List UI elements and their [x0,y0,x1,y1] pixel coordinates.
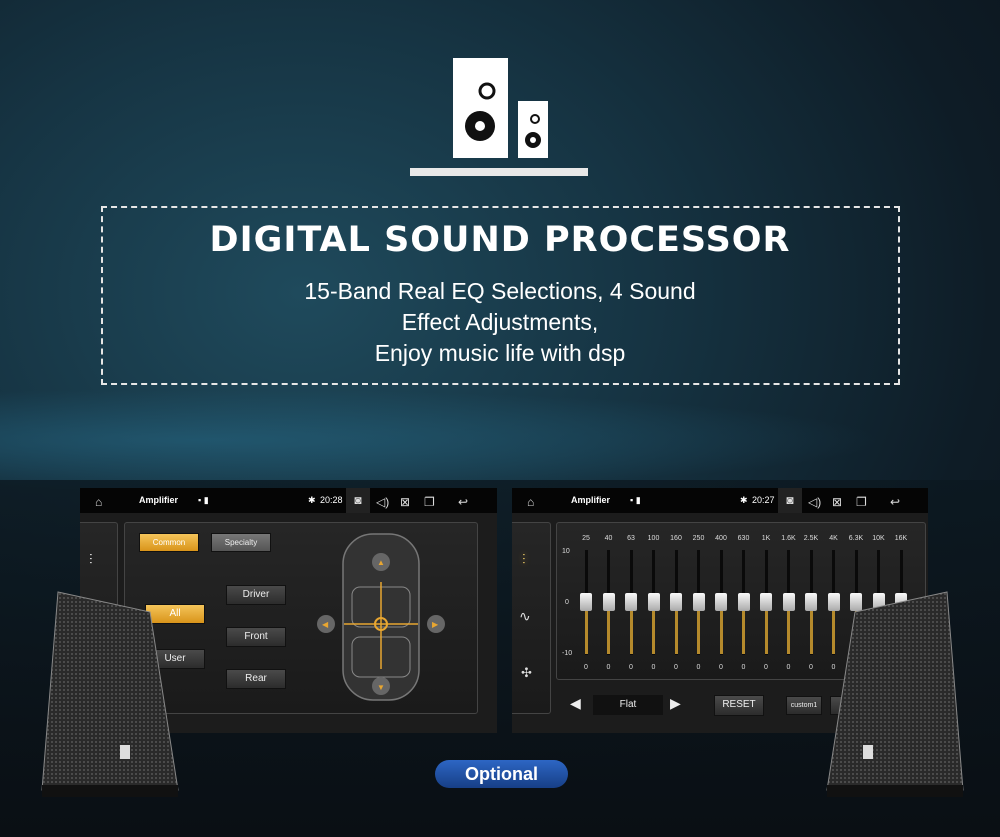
camera-icon[interactable]: ◙ [346,488,370,513]
band-slider-fill [607,608,610,654]
bluetooth-icon: ✱ [740,495,748,505]
recent-apps-icon[interactable]: ❐ [424,495,435,509]
zone-driver-button[interactable]: Driver [226,585,286,605]
reset-button[interactable]: RESET [714,695,764,716]
subtitle: 15-Band Real EQ Selections, 4 Sound Effe… [0,276,1000,369]
band-value: 0 [606,664,611,671]
band-frequency: 250 [692,535,705,542]
notification-icons: ▪ ▮ [198,495,209,505]
close-app-icon[interactable]: ⊠ [832,495,842,509]
band-value: 0 [651,664,656,671]
right-speaker-image [826,591,964,797]
band-value: 0 [719,664,723,671]
left-speaker-image [41,591,179,797]
band-value: 0 [786,664,791,671]
band-slider-fill [697,608,700,654]
bluetooth-icon: ✱ [308,495,316,505]
band-frequency: 2.5K [803,535,819,542]
svg-text:▶: ▶ [432,620,439,629]
band-slider-thumb[interactable] [715,593,727,611]
equalizer-icon[interactable]: ⫶ [522,551,526,568]
svg-text:◀: ◀ [322,620,329,629]
zone-front-button[interactable]: Front [226,627,286,647]
car-balance-diagram[interactable]: ▲ ▼ ◀ ▶ [316,532,446,702]
band-value: 0 [696,664,701,671]
band-slider-fill [809,608,813,654]
back-icon[interactable]: ↩ [458,495,468,509]
band-slider-thumb[interactable] [670,593,682,611]
optional-badge: Optional [435,760,568,788]
band-frequency: 100 [647,535,660,542]
band-slider-thumb[interactable] [760,593,772,611]
band-slider-fill [629,608,633,654]
band-slider-thumb[interactable] [782,593,795,611]
band-slider-fill [674,608,678,654]
band-frequency: 25 [582,535,590,542]
clock: 20:28 [320,495,343,505]
status-bar: ⌂ Amplifier ▪ ▮ ✱ 20:28 ◙ ◁) ⊠ ❐ ↩ [80,488,497,513]
band-frequency: 630 [737,535,750,542]
band-frequency: 16K [894,535,908,542]
band-slider-thumb[interactable] [737,593,750,611]
camera-icon[interactable]: ◙ [778,488,802,513]
close-app-icon[interactable]: ⊠ [400,495,410,509]
scale-label: -10 [562,650,573,657]
scale-label: 0 [565,599,569,606]
tab-specialty[interactable]: Specialty [211,533,271,552]
status-bar: ⌂ Amplifier ▪ ▮ ✱ 20:27 ◙ ◁) ⊠ ❐ ↩ [512,488,928,513]
balance-icon[interactable]: ✣ [521,665,532,681]
svg-text:▼: ▼ [377,683,385,692]
band-frequency: 1K [761,535,771,542]
back-icon[interactable]: ↩ [890,495,900,509]
band-value: 0 [741,664,746,671]
side-panel: ⫶ ∿ ✣ [512,522,551,714]
zone-rear-button[interactable]: Rear [226,669,286,689]
band-slider-thumb[interactable] [625,593,637,611]
band-value: 0 [764,664,768,671]
band-slider-fill [652,608,655,654]
band-frequency: 4K [829,535,838,542]
clock: 20:27 [752,495,775,505]
next-preset-icon[interactable]: ▶ [670,695,681,712]
band-slider-thumb[interactable] [647,593,660,611]
band-frequency: 40 [604,535,613,542]
band-slider-fill [719,608,723,654]
subtitle-line: Enjoy music life with dsp [374,340,626,366]
band-slider-fill [764,608,768,654]
waveform-icon[interactable]: ∿ [519,608,531,625]
scale-label: 10 [562,548,570,555]
band-value: 0 [629,664,633,671]
tab-common[interactable]: Common [139,533,199,552]
band-frequency: 63 [627,535,635,542]
home-icon[interactable]: ⌂ [527,495,534,509]
subtitle-line: 15-Band Real EQ Selections, 4 Sound [304,278,696,304]
band-value: 0 [584,664,588,671]
home-icon[interactable]: ⌂ [95,495,102,509]
app-title: Amplifier [571,495,611,505]
app-title: Amplifier [139,495,179,505]
band-slider-thumb[interactable] [602,593,615,611]
prev-preset-icon[interactable]: ◀ [570,695,581,712]
preset-name: Flat [593,695,663,715]
volume-icon[interactable]: ◁) [808,495,821,509]
band-frequency: 1.6K [781,535,796,542]
band-slider-fill [742,608,745,654]
band-frequency: 6.3K [848,535,864,542]
band-slider-fill [787,608,790,654]
equalizer-icon[interactable]: ⫶ [89,551,93,568]
band-value: 0 [674,664,678,671]
band-slider-thumb[interactable] [580,593,592,611]
band-slider-thumb[interactable] [692,593,705,611]
notification-icons: ▪ ▮ [630,495,641,505]
recent-apps-icon[interactable]: ❐ [856,495,867,509]
volume-icon[interactable]: ◁) [376,495,389,509]
band-frequency: 400 [715,535,727,542]
band-slider-fill [584,608,588,654]
speaker-icon [410,58,588,176]
band-frequency: 160 [670,535,682,542]
svg-text:▲: ▲ [377,558,385,567]
subtitle-line: Effect Adjustments, [401,309,599,335]
band-frequency: 10K [872,535,885,542]
page-title: DIGITAL SOUND PROCESSOR [209,220,791,260]
